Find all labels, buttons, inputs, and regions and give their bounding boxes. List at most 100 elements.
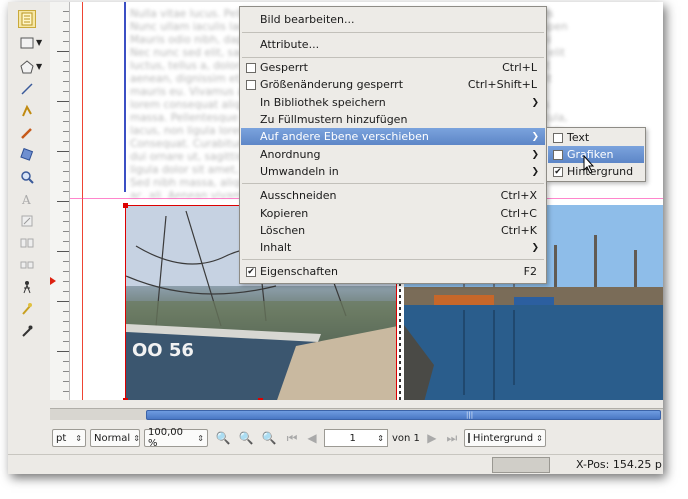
line-tool-icon[interactable] bbox=[18, 80, 36, 98]
menu-item-attribute[interactable]: Attribute... bbox=[241, 36, 545, 53]
unlink-frames-icon[interactable] bbox=[18, 256, 36, 274]
chevron-down-icon[interactable]: ▼ bbox=[36, 62, 42, 71]
checkbox-checked-icon[interactable]: ✔ bbox=[553, 166, 563, 177]
zoom-field[interactable]: 100,00 % ⇕ bbox=[144, 427, 208, 449]
menu-item-auf-andere-ebene-verschieben[interactable]: Auf andere Ebene verschieben ❯ bbox=[241, 128, 545, 145]
menu-item-shortcut: Ctrl+C bbox=[500, 207, 537, 220]
submenu-arrow-icon: ❯ bbox=[531, 149, 539, 160]
status-progress-field bbox=[492, 457, 550, 473]
spin-updown-icon: ⇕ bbox=[197, 433, 204, 443]
checkbox-unchecked-icon[interactable] bbox=[246, 79, 256, 90]
menu-separator bbox=[242, 57, 544, 58]
submenu-arrow-icon: ❯ bbox=[531, 166, 539, 177]
menu-item-label: In Bibliothek speichern bbox=[260, 96, 386, 109]
zoom-value: 100,00 % bbox=[148, 427, 183, 449]
last-page-icon[interactable]: ⏭ bbox=[444, 431, 460, 446]
chevron-down-icon[interactable]: ▼ bbox=[36, 38, 42, 47]
checkbox-unchecked-icon[interactable] bbox=[246, 62, 256, 73]
menu-item-in-bibliothek-speichern[interactable]: In Bibliothek speichern ❯ bbox=[241, 94, 545, 111]
menu-item-bild-bearbeiten[interactable]: Bild bearbeiten... bbox=[241, 11, 545, 28]
menu-item-label: Eigenschaften bbox=[260, 265, 338, 278]
menu-item-shortcut: Ctrl+K bbox=[500, 224, 537, 237]
selection-handle[interactable] bbox=[258, 398, 263, 400]
selection-handle[interactable] bbox=[123, 398, 128, 400]
zoom-out-icon[interactable]: 🔍 bbox=[212, 431, 234, 445]
menu-separator bbox=[242, 183, 544, 184]
menu-item-label: Auf andere Ebene verschieben bbox=[260, 130, 429, 143]
status-bar: X-Pos: 154.25 p bbox=[8, 454, 663, 474]
svg-text:A: A bbox=[21, 193, 31, 206]
checkbox-unchecked-icon[interactable] bbox=[553, 132, 563, 143]
horizontal-scrollbar[interactable]: ||| bbox=[50, 408, 663, 420]
scrollbar-thumb[interactable] bbox=[146, 410, 661, 420]
previous-page-icon[interactable]: ◀ bbox=[304, 431, 320, 445]
menu-separator bbox=[242, 259, 544, 260]
menu-item-label: Anordnung bbox=[260, 148, 321, 161]
measure-tool-icon[interactable] bbox=[18, 278, 36, 296]
menu-item-ausschneiden[interactable]: Ausschneiden Ctrl+X bbox=[241, 187, 545, 204]
checkbox-checked-icon[interactable]: ✔ bbox=[246, 266, 256, 277]
menu-item-label: Bild bearbeiten... bbox=[260, 13, 355, 26]
vertical-ruler[interactable] bbox=[50, 2, 70, 400]
menu-item-zu-fuellmustern-hinzufuegen[interactable]: Zu Füllmustern hinzufügen bbox=[241, 111, 545, 128]
submenu-arrow-icon: ❯ bbox=[531, 242, 539, 253]
menu-item-anordnung[interactable]: Anordnung ❯ bbox=[241, 146, 545, 163]
menu-item-shortcut: Ctrl+X bbox=[500, 189, 537, 202]
submenu-arrow-icon: ❯ bbox=[531, 97, 539, 108]
link-frames-icon[interactable] bbox=[18, 234, 36, 252]
checkbox-unchecked-icon[interactable] bbox=[553, 149, 563, 160]
spin-updown-icon: ⇕ bbox=[536, 433, 543, 443]
submenu-item-text[interactable]: Text bbox=[548, 129, 644, 146]
page-margin-guide bbox=[82, 2, 83, 400]
zoom-reset-icon[interactable]: 🔍 bbox=[238, 431, 254, 445]
first-page-icon[interactable]: ⏮ bbox=[284, 431, 300, 446]
layer-value: Hintergrund bbox=[472, 432, 534, 444]
menu-item-loeschen[interactable]: Löschen Ctrl+K bbox=[241, 222, 545, 239]
menu-item-label: Umwandeln in bbox=[260, 165, 339, 178]
eyedropper-icon[interactable] bbox=[18, 322, 36, 340]
toolbox: ▼ ▼ A bbox=[8, 2, 50, 410]
menu-item-label: Löschen bbox=[260, 224, 306, 237]
view-mode-select[interactable]: Normal ⇕ bbox=[90, 429, 140, 447]
ruler-position-marker bbox=[50, 277, 56, 285]
zoom-tool-icon[interactable] bbox=[18, 168, 36, 186]
unit-select[interactable]: pt ⇕ bbox=[52, 429, 86, 447]
scrollbar-grip-icon: ||| bbox=[466, 411, 474, 419]
menu-item-label: Gesperrt bbox=[260, 61, 308, 74]
menu-item-shortcut: F2 bbox=[523, 265, 537, 278]
spin-updown-icon: ⇕ bbox=[75, 433, 82, 443]
layer-select[interactable]: Hintergrund ⇕ bbox=[463, 429, 546, 447]
spin-updown-icon: ⇕ bbox=[133, 433, 140, 443]
edit-text-icon[interactable]: A bbox=[18, 190, 36, 208]
menu-item-eigenschaften[interactable]: ✔ Eigenschaften F2 bbox=[241, 263, 545, 280]
context-menu: Bild bearbeiten... Attribute... Gesperrt… bbox=[239, 6, 547, 284]
menu-item-groessenaenderung-gesperrt[interactable]: Größenänderung gesperrt Ctrl+Shift+L bbox=[241, 76, 545, 93]
story-editor-icon[interactable] bbox=[18, 212, 36, 230]
menu-item-gesperrt[interactable]: Gesperrt Ctrl+L bbox=[241, 59, 545, 76]
bezier-tool-icon[interactable] bbox=[18, 102, 36, 120]
zoom-in-icon[interactable]: 🔍 bbox=[258, 431, 280, 445]
menu-item-label: Ausschneiden bbox=[260, 189, 337, 202]
menu-item-kopieren[interactable]: Kopieren Ctrl+C bbox=[241, 205, 545, 222]
menu-item-umwandeln-in[interactable]: Umwandeln in ❯ bbox=[241, 163, 545, 180]
submenu-item-label: Hintergrund bbox=[567, 165, 634, 178]
menu-separator bbox=[242, 32, 544, 33]
menu-item-label: Kopieren bbox=[260, 207, 309, 220]
page-number-field[interactable]: 1 ⇕ bbox=[324, 429, 388, 447]
select-tool-icon[interactable] bbox=[18, 10, 36, 28]
mouse-cursor-icon bbox=[583, 155, 595, 174]
rotate-tool-icon[interactable] bbox=[18, 146, 36, 164]
rectangle-tool-icon[interactable] bbox=[18, 34, 36, 52]
selection-handle[interactable] bbox=[123, 203, 128, 208]
menu-item-inhalt[interactable]: Inhalt ❯ bbox=[241, 239, 545, 256]
copy-properties-icon[interactable] bbox=[18, 300, 36, 318]
x-position-readout: X-Pos: 154.25 p bbox=[576, 458, 662, 471]
submenu-item-label: Text bbox=[567, 131, 590, 144]
menu-item-label: Attribute... bbox=[260, 38, 320, 51]
page-count-label: von 1 bbox=[392, 432, 420, 444]
polygon-tool-icon[interactable] bbox=[18, 58, 36, 76]
freehand-pencil-icon[interactable] bbox=[18, 124, 36, 142]
submenu-arrow-icon: ❯ bbox=[531, 131, 539, 142]
next-page-icon[interactable]: ▶ bbox=[424, 431, 440, 445]
view-mode-value: Normal bbox=[94, 432, 131, 444]
